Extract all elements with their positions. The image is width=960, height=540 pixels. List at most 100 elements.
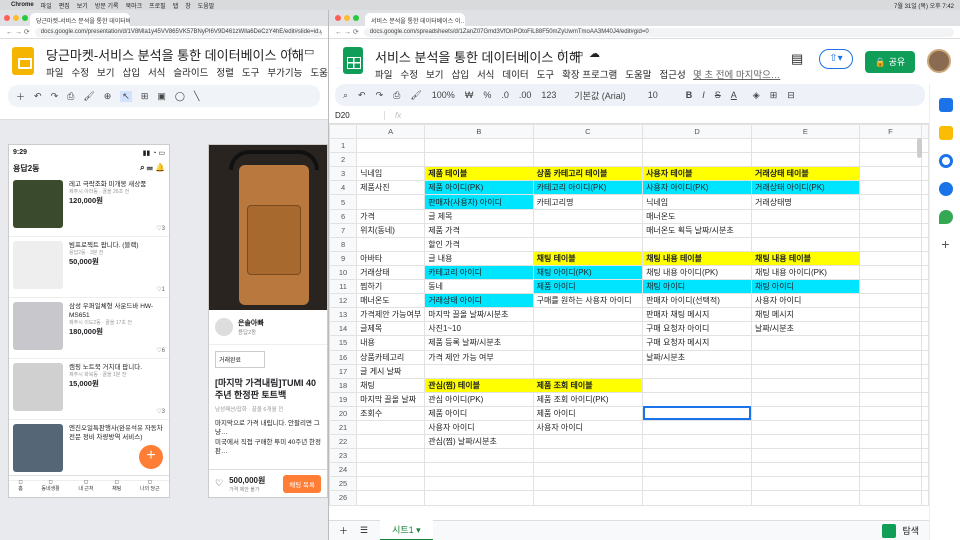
cell[interactable] <box>750 335 860 351</box>
row-header[interactable]: 25 <box>329 476 358 492</box>
menubar-item[interactable]: 도움말 <box>198 1 215 10</box>
cell[interactable] <box>750 377 860 393</box>
menubar-item[interactable]: 북마크 <box>126 1 143 10</box>
cell[interactable] <box>750 236 860 252</box>
menu-item[interactable]: 슬라이드 <box>173 65 208 79</box>
shape-icon[interactable]: ◯ <box>175 91 185 102</box>
cell[interactable] <box>532 152 644 168</box>
cell[interactable] <box>532 208 644 224</box>
left-tab[interactable]: 당근마켓-서비스 분석을 통한 데이터베이스 이해 <box>30 13 130 26</box>
cell[interactable]: 채팅 아이디 <box>642 279 752 295</box>
cell[interactable] <box>750 138 860 154</box>
maps-icon[interactable] <box>938 210 953 224</box>
cell[interactable] <box>356 419 426 436</box>
cell[interactable]: 채팅 내용 아이디(PK) <box>750 264 860 281</box>
menu-item[interactable]: 서식 <box>477 67 494 81</box>
cell[interactable] <box>642 152 752 168</box>
menu-item[interactable]: 보기 <box>97 65 114 79</box>
row-header[interactable]: 4 <box>329 180 358 196</box>
spreadsheet-grid[interactable]: A B C D E F 1 2 3 닉네임 제품 테이블 상품 카테고리 테이블 사용자 테이블 거래상태… <box>329 123 929 506</box>
cell[interactable] <box>424 462 534 478</box>
cell[interactable] <box>750 363 860 379</box>
cell[interactable]: 구매를 원하는 사용자 아이디 <box>532 293 644 309</box>
sheet-tab[interactable]: 시트1 ▾ <box>380 520 433 540</box>
menubar-item[interactable]: 보기 <box>77 1 88 10</box>
left-url-input[interactable]: docs.google.com/presentation/d/1V8Mla1y4… <box>34 27 322 37</box>
cell[interactable] <box>858 208 923 224</box>
menu-item[interactable]: 확장 프로그램 <box>562 67 617 81</box>
cell[interactable] <box>642 363 752 379</box>
paint-format-icon[interactable]: 🖌 <box>410 90 421 101</box>
cell[interactable]: 제품 아이디 <box>532 279 644 295</box>
zoom-select[interactable]: 100% <box>432 90 455 100</box>
currency-button[interactable]: ₩ <box>465 90 474 100</box>
row-header[interactable]: 18 <box>329 377 358 393</box>
font-select[interactable]: 기본값 (Arial) <box>574 89 625 102</box>
row-header[interactable]: 22 <box>329 434 358 450</box>
cell[interactable] <box>858 448 923 464</box>
explore-button[interactable]: 탐색 <box>882 523 919 538</box>
cell[interactable] <box>750 448 860 464</box>
number-format-select[interactable]: 123 <box>541 90 556 100</box>
cell[interactable]: 닉네임 <box>356 166 426 182</box>
cell[interactable]: 위치(동네) <box>356 222 426 238</box>
menubar-app[interactable]: Chrome <box>11 2 34 8</box>
cell[interactable]: 날짜/시분초 <box>642 349 752 365</box>
row-header[interactable]: 19 <box>329 391 358 407</box>
menu-item[interactable]: 삽입 <box>451 67 468 81</box>
slides-logo-icon[interactable] <box>12 47 34 75</box>
cell[interactable] <box>642 391 752 407</box>
cell[interactable] <box>424 363 534 379</box>
profile-avatar[interactable] <box>927 49 951 73</box>
cell[interactable]: 닉네임 <box>642 194 752 210</box>
cloud-status-icon[interactable]: ☁ <box>589 47 600 60</box>
cell[interactable]: 판매자 채팅 메시지 <box>642 307 752 323</box>
menubar-item[interactable]: 방문 기록 <box>95 1 119 10</box>
cell[interactable]: 거래상태 <box>356 264 426 281</box>
cell[interactable]: 사용자 아이디 <box>532 419 644 436</box>
cell[interactable] <box>532 462 644 478</box>
cell[interactable]: 마지막 끌올 날짜 <box>356 391 426 407</box>
cell[interactable]: 사진1~10 <box>424 321 534 337</box>
row-header[interactable]: 23 <box>329 448 358 464</box>
cell[interactable] <box>750 222 860 238</box>
menu-item[interactable]: 파일 <box>46 65 63 79</box>
cell[interactable]: 판매자 아이디(선택적) <box>642 293 752 309</box>
cell[interactable]: 채팅 테이블 <box>532 250 644 266</box>
decrease-decimal-button[interactable]: .0 <box>501 90 509 100</box>
move-folder-icon[interactable]: ▭ <box>573 47 583 60</box>
cell[interactable]: 제품 가격 <box>424 222 534 238</box>
tasks-icon[interactable] <box>938 154 953 168</box>
cell[interactable]: 마지막 끌올 날짜/시분초 <box>424 307 534 323</box>
cell[interactable] <box>858 490 923 506</box>
nav-buttons-icon[interactable]: ← → ⟳ <box>6 28 30 36</box>
cell[interactable] <box>858 138 923 154</box>
print-icon[interactable]: ⎙ <box>393 90 400 101</box>
add-ons-icon[interactable]: + <box>939 237 953 252</box>
cell[interactable]: 거래상태 테이블 <box>750 166 860 182</box>
menu-item[interactable]: 도구 <box>537 67 554 81</box>
row-header[interactable]: 7 <box>329 222 358 238</box>
menu-item[interactable]: 서식 <box>148 65 165 79</box>
column-header[interactable]: E <box>750 123 860 140</box>
cell[interactable] <box>858 194 923 210</box>
cell[interactable]: 제품 조회 테이블 <box>532 377 644 393</box>
text-color-button[interactable]: A <box>731 90 737 100</box>
cell[interactable] <box>356 236 426 252</box>
zoom-icon[interactable]: ⊕ <box>104 91 112 102</box>
cell[interactable]: 구매 요청자 메시지 <box>642 335 752 351</box>
sheets-doc-title[interactable]: 서비스 분석을 통한 데이터베이스 이해 <box>375 47 581 66</box>
row-header[interactable]: 2 <box>329 152 358 168</box>
cell[interactable] <box>356 152 426 168</box>
cell[interactable] <box>858 419 923 436</box>
cell[interactable] <box>642 476 752 492</box>
cell[interactable] <box>858 180 923 196</box>
cell[interactable]: 글 게시 날짜 <box>356 363 426 379</box>
textbox-icon[interactable]: ⊞ <box>141 91 149 102</box>
menubar-item[interactable]: 편집 <box>59 1 70 10</box>
present-button-icon[interactable]: ⇧▾ <box>819 49 853 69</box>
sheets-logo-icon[interactable] <box>343 47 363 74</box>
comment-icon[interactable]: ▤ <box>791 51 803 67</box>
cell[interactable] <box>750 349 860 365</box>
cell[interactable] <box>858 335 923 351</box>
